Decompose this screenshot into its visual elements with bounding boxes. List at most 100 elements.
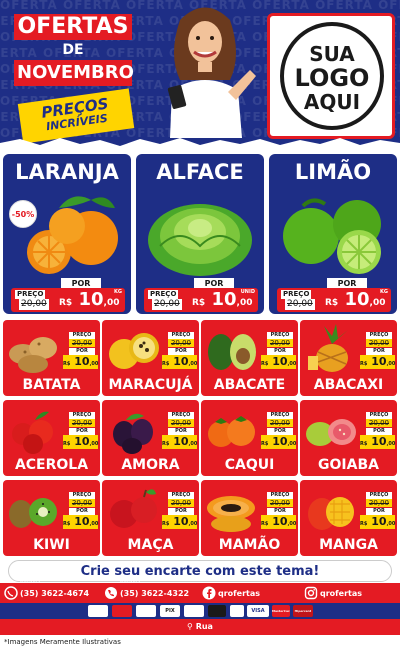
currency: R$ [63, 361, 71, 367]
currency: R$ [360, 441, 368, 447]
contact-instagram[interactable]: qrofertas [304, 585, 396, 601]
currency: R$ [360, 521, 368, 527]
kiwi-icon [9, 498, 57, 528]
por-label: POR [69, 428, 95, 435]
price-tag: PREÇO 20,00 R$ 10,00 KG [277, 288, 391, 312]
payment-card-icon [136, 605, 156, 617]
por-label: POR [366, 508, 392, 515]
price-decimal: ,00 [236, 298, 253, 308]
logo-placeholder: SUA LOGO AQUI [267, 13, 395, 139]
price-integer: 10 [173, 435, 189, 448]
cta-banner: Crie seu encarte com este tema! [8, 560, 392, 582]
product-name: MARACUJÁ [108, 377, 193, 393]
preco-label: PREÇO [366, 332, 392, 339]
contact-label: Delivery [120, 578, 141, 584]
product-card-passion-fruit: PREÇO 20,00 POR R$ 10,00 MARACUJÁ [102, 320, 199, 396]
hipercard-icon: Hipercard [293, 605, 313, 617]
mango-icon [308, 497, 354, 530]
price-integer: 10 [74, 515, 90, 528]
phone-icon [105, 587, 117, 599]
currency: R$ [261, 361, 269, 367]
header-banner: OFERTA OFERTA OFERTA OFERTA OFERTA OFERT… [0, 0, 400, 150]
price-tag: PREÇO 20,00 POR R$ 10,00 [162, 492, 197, 530]
price-tag: PREÇO 20,00 POR R$ 10,00 [261, 412, 296, 450]
price-decimal: ,00 [386, 441, 396, 447]
currency: R$ [59, 298, 73, 308]
contact-text: (35) 3622-4322 [120, 589, 190, 598]
contact-phone[interactable]: Delivery (35) 3622-4322 [104, 578, 196, 601]
pix-icon: PIX [160, 605, 180, 617]
currency: R$ [261, 521, 269, 527]
por-label: POR [366, 348, 392, 355]
por-label: POR [69, 508, 95, 515]
product-name: LIMÃO [294, 160, 372, 184]
old-price: 20,00 [19, 299, 49, 310]
title-line-de: DE [62, 42, 84, 58]
potato-icon [9, 337, 57, 373]
por-label: POR [267, 508, 293, 515]
contact-text: qrofertas [218, 589, 261, 598]
price-decimal: ,00 [287, 441, 297, 447]
acerola-icon [12, 411, 53, 454]
price-decimal: ,00 [287, 521, 297, 527]
preco-label: PREÇO [148, 290, 179, 299]
papaya-icon [207, 496, 255, 532]
new-price: R$ 10,00 [59, 289, 120, 314]
old-price: 20,00 [152, 299, 182, 310]
product-name: ABACAXI [313, 377, 384, 393]
product-card-apple: PREÇO 20,00 POR R$ 10,00 MAÇA [102, 480, 199, 556]
old-price: 20,00 [69, 419, 95, 427]
disclaimer: *Imagens Meramente Ilustrativas [4, 638, 121, 646]
price-tag: PREÇO 20,00 POR R$ 10,00 [261, 332, 296, 370]
product-grid: PREÇO 20,00 POR R$ 10,00 BATATA PREÇO 20,00 POR… [0, 318, 400, 558]
product-card-pineapple: PREÇO 20,00 POR R$ 10,00 ABACAXI [300, 320, 397, 396]
currency: R$ [360, 361, 368, 367]
whatsapp-icon [4, 586, 18, 600]
featured-card-alface: ALFACE POR PREÇO 20,00 R$ 10,00 UNID [136, 154, 264, 314]
new-price: R$ 10,00 [162, 515, 197, 529]
preco-label: PREÇO [267, 332, 293, 339]
por-label: POR [168, 508, 194, 515]
price-tag: PREÇO 20,00 POR R$ 10,00 [162, 412, 197, 450]
old-price: 20,00 [366, 339, 392, 347]
old-price: 20,00 [267, 419, 293, 427]
price-tag: PREÇO 20,00 POR R$ 10,00 [261, 492, 296, 530]
product-card-acerola: PREÇO 20,00 POR R$ 10,00 ACEROLA [3, 400, 100, 476]
old-price: 20,00 [69, 339, 95, 347]
price-decimal: ,00 [89, 521, 99, 527]
old-price: 20,00 [168, 339, 194, 347]
currency: R$ [192, 298, 206, 308]
payment-card-icon [230, 605, 244, 617]
price-unit: UNID [240, 289, 255, 295]
price-decimal: ,00 [103, 298, 120, 308]
old-price: 20,00 [267, 339, 293, 347]
price-integer: 10 [272, 515, 288, 528]
payment-card-icon [112, 605, 132, 617]
contact-facebook[interactable]: qrofertas [202, 585, 292, 601]
featured-card-limao: LIMÃO POR PREÇO 20,00 R$ 10,00 KG [269, 154, 397, 314]
price-integer: 10 [371, 515, 387, 528]
preco-label: PREÇO [267, 492, 293, 499]
currency: R$ [63, 441, 71, 447]
price-tag: PREÇO 20,00 R$ 10,00 UNID [144, 288, 258, 312]
preco-label: PREÇO [168, 332, 194, 339]
price-tag: PREÇO 20,00 POR R$ 10,00 [162, 332, 197, 370]
currency: R$ [325, 298, 339, 308]
new-price: R$ 10,00 [63, 355, 98, 369]
preco-label: PREÇO [69, 492, 95, 499]
product-name: ALFACE [156, 160, 244, 184]
price-decimal: ,00 [386, 361, 396, 367]
price-unit: KG [114, 289, 122, 295]
currency: R$ [162, 441, 170, 447]
price-integer: 10 [173, 515, 189, 528]
address-bar: ⚲ Rua [0, 619, 400, 635]
avocado-icon [208, 334, 256, 370]
por-label: POR [168, 428, 194, 435]
flyer-title: OFERTAS DE NOVEMBRO [14, 14, 134, 90]
new-price: R$ 10,00 [162, 355, 197, 369]
price-decimal: ,00 [386, 521, 396, 527]
woman-illustration [167, 7, 256, 138]
price-decimal: ,00 [287, 361, 297, 367]
contact-whatsapp[interactable]: Delivery (35) 3622-4674 [4, 578, 96, 601]
product-card-potato: PREÇO 20,00 POR R$ 10,00 BATATA [3, 320, 100, 396]
